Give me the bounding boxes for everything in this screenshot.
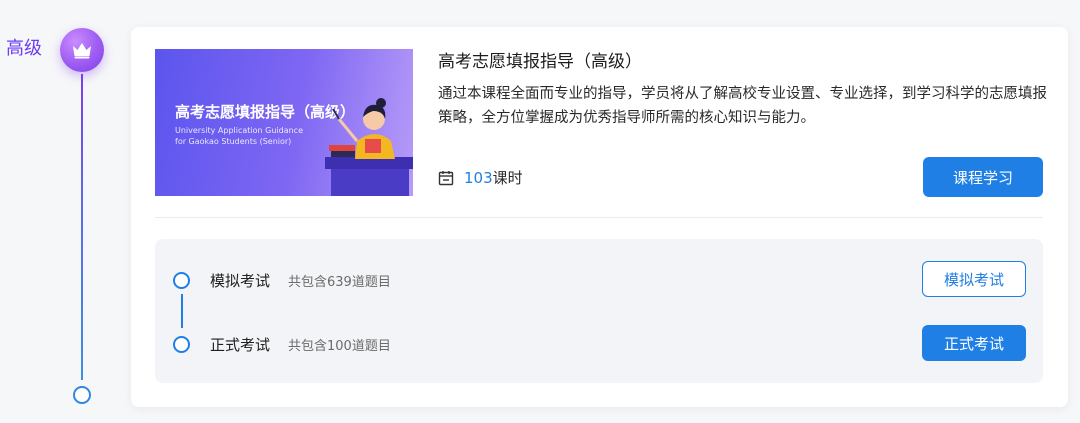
exam-row-mock: 模拟考试 共包含639道题目 [173, 270, 391, 291]
teacher-illustration [325, 98, 413, 196]
course-cover-image[interactable]: 高考志愿填报指导（高级） University Application Guid… [155, 49, 413, 196]
exam-row-formal: 正式考试 共包含100道题目 [173, 334, 391, 355]
exam-question-count: 共包含639道题目 [288, 275, 391, 290]
hours-value: 103 [464, 168, 493, 187]
exam-name: 正式考试 [210, 336, 271, 354]
exam-node-icon [173, 336, 190, 353]
level-timeline-line [81, 74, 83, 380]
course-title: 高考志愿填报指导（高级） [438, 52, 642, 72]
calendar-icon [438, 170, 454, 185]
divider [155, 217, 1043, 218]
cover-subtitle: University Application Guidance for Gaok… [175, 125, 315, 147]
hours-unit: 课时 [492, 169, 523, 187]
cover-subtitle-line2: for Gaokao Students (Senior) [175, 137, 292, 146]
exam-question-count: 共包含100道题目 [288, 339, 391, 354]
formal-exam-button[interactable]: 正式考试 [922, 325, 1026, 361]
timeline-end-node [73, 386, 91, 404]
level-label: 高级 [6, 38, 42, 59]
mock-exam-button[interactable]: 模拟考试 [922, 261, 1026, 297]
exam-timeline-connector [181, 294, 183, 328]
course-card: 高考志愿填报指导（高级） University Application Guid… [131, 27, 1068, 407]
crown-icon [73, 43, 91, 59]
exam-name: 模拟考试 [210, 272, 271, 290]
level-badge [60, 28, 104, 72]
course-study-button[interactable]: 课程学习 [923, 157, 1043, 197]
course-description: 通过本课程全面而专业的指导，学员将从了解高校专业设置、专业选择，到学习科学的志愿… [438, 86, 1047, 126]
cover-subtitle-line1: University Application Guidance [175, 126, 304, 135]
exam-node-icon [173, 272, 190, 289]
exam-section: 模拟考试 共包含639道题目 模拟考试 正式考试 共包含100道题目 正式考试 [155, 239, 1043, 383]
course-hours: 103 课时 [438, 167, 523, 188]
